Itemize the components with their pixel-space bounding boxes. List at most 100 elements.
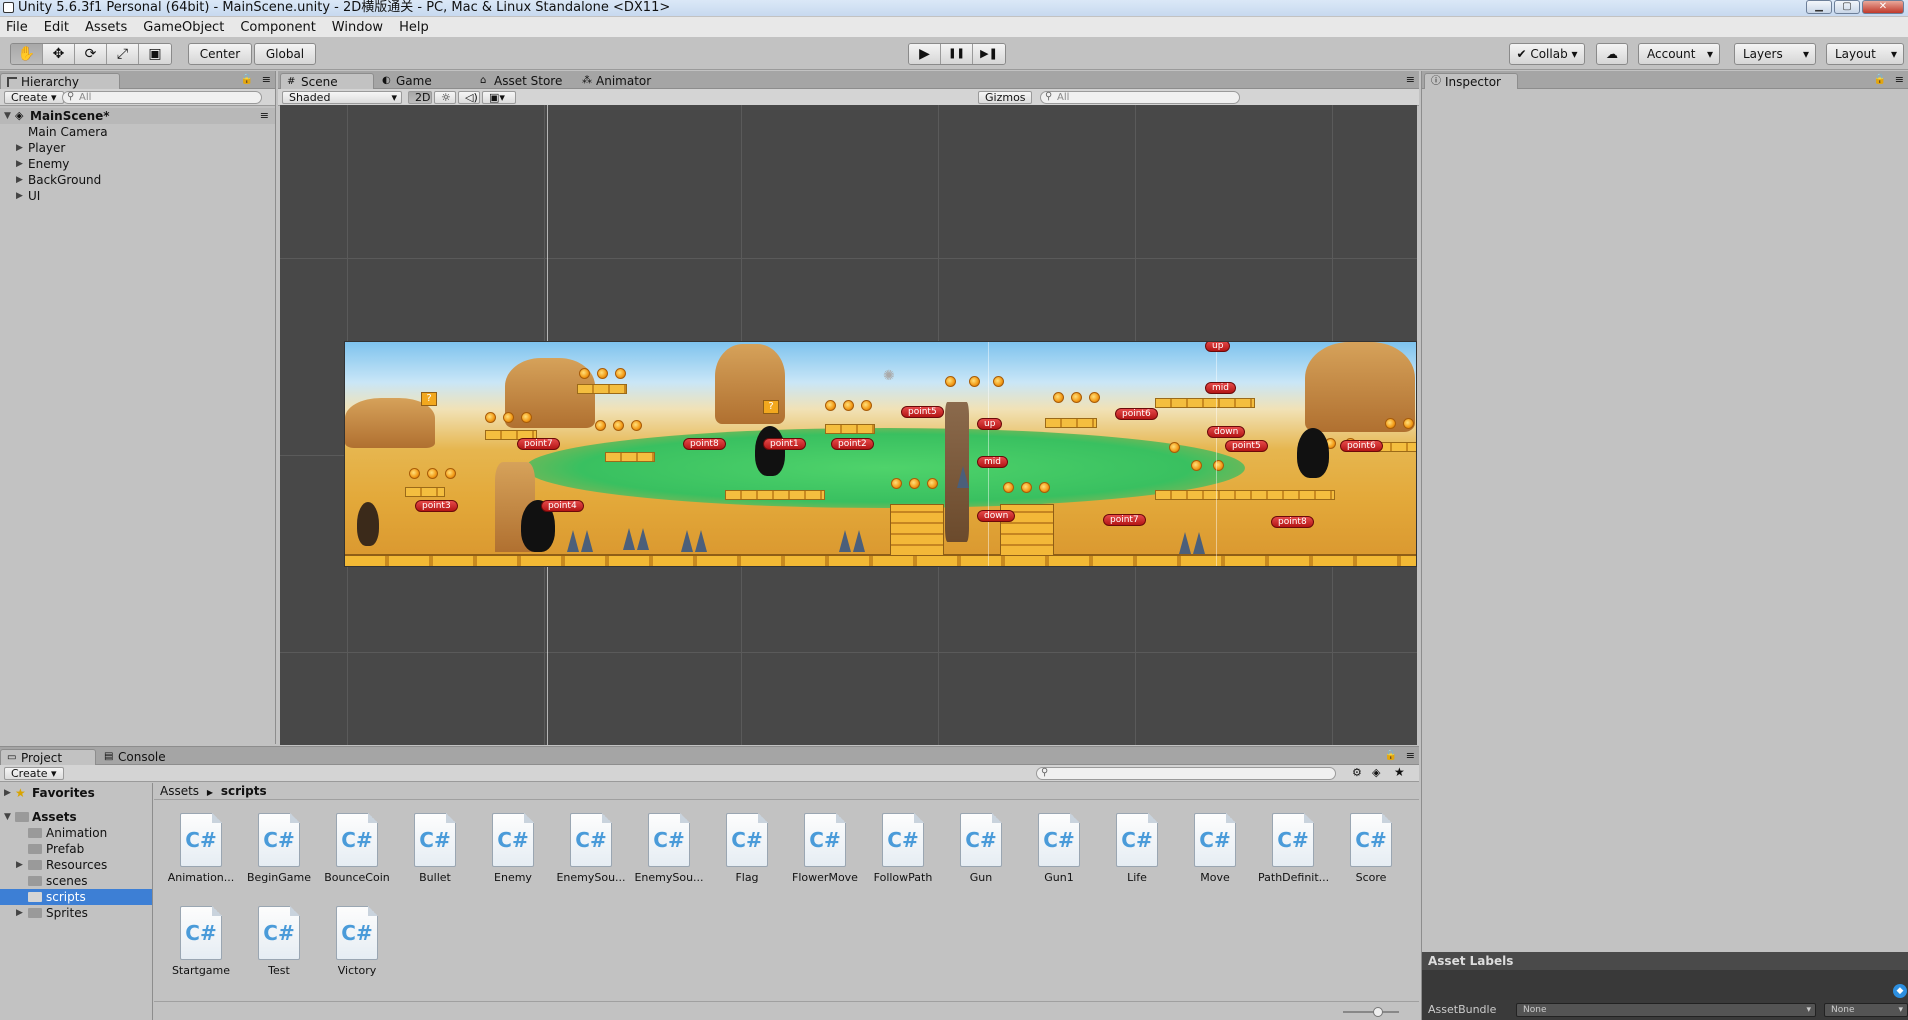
waypoint-mid[interactable]: mid	[977, 456, 1008, 468]
slider-handle[interactable]	[1373, 1007, 1383, 1017]
lock-icon[interactable]: 🔒	[1874, 74, 1886, 85]
maximize-button[interactable]: ▢	[1834, 0, 1860, 14]
waypoint-point6[interactable]: point6	[1340, 440, 1383, 452]
folder-resources[interactable]: ▶ Resources	[0, 857, 152, 873]
hierarchy-item-background[interactable]: ▶ BackGround	[0, 172, 275, 188]
menu-edit[interactable]: Edit	[44, 20, 69, 35]
waypoint-point1[interactable]: point1	[763, 438, 806, 450]
game-level-preview[interactable]: ? ? up mid down up mid down point1 point…	[344, 341, 1417, 567]
folder-scenes[interactable]: scenes	[0, 873, 152, 889]
asset-variant-dropdown[interactable]: None ▾	[1824, 1003, 1908, 1017]
folder-scripts[interactable]: scripts	[0, 889, 152, 905]
lock-icon[interactable]: 🔒	[1385, 750, 1397, 761]
tab-asset-store[interactable]: ⌂ Asset Store	[474, 73, 574, 89]
script-file[interactable]: C# Gun	[946, 813, 1016, 884]
scale-tool-icon[interactable]: ⤢	[107, 44, 139, 64]
waypoint-up[interactable]: up	[977, 418, 1003, 430]
scene-search-input[interactable]: All	[1040, 91, 1240, 104]
assets-root-row[interactable]: ▼ Assets	[0, 809, 152, 825]
tab-console[interactable]: ▤ Console	[98, 749, 190, 765]
waypoint-point5[interactable]: point5	[901, 406, 944, 418]
waypoint-point4[interactable]: point4	[541, 500, 584, 512]
menu-component[interactable]: Component	[240, 20, 315, 35]
script-file[interactable]: C# Startgame	[166, 906, 236, 977]
expand-arrow-icon[interactable]: ▶	[16, 156, 23, 172]
script-file[interactable]: C# FollowPath	[868, 813, 938, 884]
script-file[interactable]: C# FlowerMove	[790, 813, 860, 884]
script-file[interactable]: C# Gun1	[1024, 813, 1094, 884]
lock-icon[interactable]: 🔒	[241, 74, 253, 85]
project-search-input[interactable]	[1036, 767, 1336, 780]
menu-file[interactable]: File	[6, 20, 28, 35]
lighting-sun-icon[interactable]: ☼	[434, 91, 456, 104]
filter-by-type-icon[interactable]: ⚙	[1352, 766, 1362, 779]
script-file[interactable]: C# Enemy	[478, 813, 548, 884]
waypoint-point5[interactable]: point5	[1225, 440, 1268, 452]
folder-prefab[interactable]: Prefab	[0, 841, 152, 857]
filter-by-label-icon[interactable]: ◈	[1372, 766, 1380, 779]
rotate-tool-icon[interactable]: ⟳	[75, 44, 107, 64]
waypoint-down[interactable]: down	[977, 510, 1016, 522]
panel-menu-icon[interactable]: ≡	[1406, 749, 1415, 762]
hierarchy-item-ui[interactable]: ▶ UI	[0, 188, 275, 204]
minimize-button[interactable]: ▁	[1806, 0, 1832, 14]
breadcrumb-assets[interactable]: Assets	[160, 784, 199, 798]
asset-bundle-dropdown[interactable]: None ▾	[1516, 1003, 1816, 1017]
favorite-star-icon[interactable]: ★	[1394, 765, 1405, 779]
folder-animation[interactable]: Animation	[0, 825, 152, 841]
script-file[interactable]: C# BounceCoin	[322, 813, 392, 884]
tab-animator[interactable]: ⁂ Animator	[576, 73, 666, 89]
play-button[interactable]: ▶	[909, 44, 941, 64]
script-file[interactable]: C# Move	[1180, 813, 1250, 884]
expand-arrow-icon[interactable]: ▶	[4, 785, 11, 801]
hierarchy-item-player[interactable]: ▶ Player	[0, 140, 275, 156]
shading-mode-dropdown[interactable]: Shaded ▾	[282, 91, 402, 104]
panel-menu-icon[interactable]: ≡	[262, 73, 271, 86]
expand-arrow-icon[interactable]: ▼	[4, 809, 11, 825]
waypoint-point2[interactable]: point2	[831, 438, 874, 450]
script-file[interactable]: C# Test	[244, 906, 314, 977]
hierarchy-item-main-camera[interactable]: Main Camera	[0, 124, 275, 140]
enemy-bear-sprite[interactable]	[1297, 428, 1329, 478]
tab-inspector[interactable]: ⓘ Inspector	[1424, 73, 1518, 89]
audio-speaker-icon[interactable]: ◁)	[458, 91, 480, 104]
script-file[interactable]: C# Life	[1102, 813, 1172, 884]
close-button[interactable]: ✕	[1862, 0, 1904, 14]
waypoint-point7[interactable]: point7	[1103, 514, 1146, 526]
menu-gameobject[interactable]: GameObject	[143, 20, 224, 35]
pause-button[interactable]: ❚❚	[941, 44, 973, 64]
hierarchy-item-enemy[interactable]: ▶ Enemy	[0, 156, 275, 172]
menu-help[interactable]: Help	[399, 20, 429, 35]
cloud-icon[interactable]: ☁	[1596, 43, 1628, 65]
waypoint-point7[interactable]: point7	[517, 438, 560, 450]
favorites-row[interactable]: ▶ ★ Favorites	[0, 785, 152, 801]
waypoint-point8[interactable]: point8	[1271, 516, 1314, 528]
script-file[interactable]: C# Bullet	[400, 813, 470, 884]
icon-size-slider[interactable]	[1343, 1007, 1399, 1017]
player-sprite[interactable]	[357, 502, 379, 546]
waypoint-mid[interactable]: mid	[1205, 382, 1236, 394]
waypoint-point8[interactable]: point8	[683, 438, 726, 450]
waypoint-up[interactable]: up	[1205, 342, 1231, 352]
hand-tool-icon[interactable]: ✋	[11, 44, 43, 64]
script-file[interactable]: C# Score	[1336, 813, 1406, 884]
script-file[interactable]: C# Animation...	[166, 813, 236, 884]
project-create-button[interactable]: Create ▾	[4, 767, 64, 780]
expand-arrow-icon[interactable]: ▶	[16, 857, 23, 873]
waypoint-point3[interactable]: point3	[415, 500, 458, 512]
scene-viewport[interactable]: ? ? up mid down up mid down point1 point…	[280, 105, 1417, 745]
tab-hierarchy[interactable]: Hierarchy	[0, 73, 120, 89]
script-file[interactable]: C# EnemySou...	[634, 813, 704, 884]
rect-tool-icon[interactable]: ▣	[139, 44, 171, 64]
expand-arrow-icon[interactable]: ▶	[16, 172, 23, 188]
script-file[interactable]: C# PathDefinit...	[1258, 813, 1328, 884]
waypoint-down[interactable]: down	[1207, 426, 1246, 438]
gizmos-dropdown[interactable]: Gizmos ▾	[978, 91, 1032, 116]
waypoint-point6[interactable]: point6	[1115, 408, 1158, 420]
script-file[interactable]: C# EnemySou...	[556, 813, 626, 884]
script-file[interactable]: C# Victory	[322, 906, 392, 977]
scene-menu-icon[interactable]: ≡	[260, 108, 269, 124]
expand-arrow-icon[interactable]: ▶	[16, 188, 23, 204]
expand-arrow-icon[interactable]: ▶	[16, 905, 23, 921]
breadcrumb-current[interactable]: scripts	[221, 784, 267, 798]
